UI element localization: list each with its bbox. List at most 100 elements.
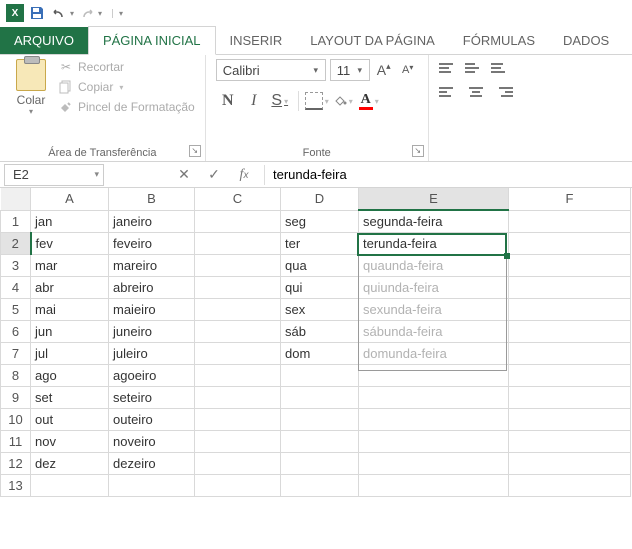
row-header[interactable]: 10: [1, 408, 31, 430]
paste-button[interactable]: Colar ▾: [10, 59, 52, 116]
cell[interactable]: [509, 232, 631, 254]
paste-dropdown-icon[interactable]: ▾: [29, 107, 33, 116]
cell[interactable]: [281, 452, 359, 474]
row-header[interactable]: 11: [1, 430, 31, 452]
cell[interactable]: juneiro: [109, 320, 195, 342]
cell[interactable]: abr: [31, 276, 109, 298]
increase-font-icon[interactable]: A▴: [374, 60, 394, 80]
row-header[interactable]: 2: [1, 232, 31, 254]
cut-button[interactable]: ✂ Recortar: [58, 59, 195, 75]
cell[interactable]: qua: [281, 254, 359, 276]
bold-button[interactable]: N: [216, 89, 240, 113]
cell[interactable]: set: [31, 386, 109, 408]
cell[interactable]: [195, 276, 281, 298]
cell[interactable]: outeiro: [109, 408, 195, 430]
formula-input[interactable]: [265, 164, 632, 186]
fill-handle[interactable]: [504, 253, 510, 259]
cell[interactable]: [281, 474, 359, 496]
font-launcher-icon[interactable]: ↘: [412, 145, 424, 157]
insert-function-button[interactable]: fx: [234, 167, 254, 183]
col-header-d[interactable]: D: [281, 188, 359, 210]
row-header[interactable]: 7: [1, 342, 31, 364]
redo-icon[interactable]: [78, 4, 96, 22]
copy-dropdown-icon[interactable]: ▾: [119, 83, 123, 92]
align-top-button[interactable]: [439, 59, 461, 77]
cell[interactable]: qui: [281, 276, 359, 298]
cell[interactable]: [195, 254, 281, 276]
cell[interactable]: quaunda-feira: [359, 254, 509, 276]
cell[interactable]: abreiro: [109, 276, 195, 298]
cell[interactable]: [281, 430, 359, 452]
cell[interactable]: sex: [281, 298, 359, 320]
cell[interactable]: jan: [31, 210, 109, 232]
clipboard-launcher-icon[interactable]: ↘: [189, 145, 201, 157]
underline-button[interactable]: S▾: [268, 89, 292, 113]
tab-data[interactable]: DADOS: [549, 27, 623, 54]
format-painter-button[interactable]: Pincel de Formatação: [58, 99, 195, 115]
cell[interactable]: [195, 342, 281, 364]
cell[interactable]: [195, 452, 281, 474]
cell[interactable]: domunda-feira: [359, 342, 509, 364]
font-size-combo[interactable]: 11 ▾: [330, 59, 370, 81]
col-header-a[interactable]: A: [31, 188, 109, 210]
cell[interactable]: [509, 276, 631, 298]
cell[interactable]: out: [31, 408, 109, 430]
cell[interactable]: jun: [31, 320, 109, 342]
cell[interactable]: [509, 386, 631, 408]
cell[interactable]: [359, 452, 509, 474]
cell[interactable]: ter: [281, 232, 359, 254]
cell[interactable]: [509, 254, 631, 276]
tab-home[interactable]: PÁGINA INICIAL: [88, 26, 216, 55]
cell[interactable]: mar: [31, 254, 109, 276]
cell[interactable]: [509, 430, 631, 452]
cell[interactable]: [509, 452, 631, 474]
row-header[interactable]: 13: [1, 474, 31, 496]
cell[interactable]: [195, 430, 281, 452]
cell[interactable]: [509, 408, 631, 430]
cell[interactable]: mareiro: [109, 254, 195, 276]
cell[interactable]: [509, 364, 631, 386]
borders-button[interactable]: ▾: [305, 89, 329, 113]
cell[interactable]: terunda-feira: [359, 232, 509, 254]
col-header-b[interactable]: B: [109, 188, 195, 210]
undo-icon[interactable]: [50, 4, 68, 22]
cell[interactable]: [509, 320, 631, 342]
cell[interactable]: [359, 408, 509, 430]
cell[interactable]: fev: [31, 232, 109, 254]
row-header[interactable]: 8: [1, 364, 31, 386]
cell[interactable]: [109, 474, 195, 496]
confirm-edit-button[interactable]: ✓: [204, 166, 224, 183]
cell[interactable]: [281, 386, 359, 408]
cell[interactable]: [195, 364, 281, 386]
undo-dropdown-icon[interactable]: ▾: [70, 9, 74, 18]
cell[interactable]: dez: [31, 452, 109, 474]
cell[interactable]: janeiro: [109, 210, 195, 232]
cell[interactable]: feveiro: [109, 232, 195, 254]
row-header[interactable]: 9: [1, 386, 31, 408]
row-header[interactable]: 1: [1, 210, 31, 232]
tab-insert[interactable]: INSERIR: [216, 27, 297, 54]
cell[interactable]: [195, 320, 281, 342]
spreadsheet-grid[interactable]: A B C D E F 1janjaneirosegsegunda-feira2…: [0, 188, 632, 497]
cell[interactable]: agoeiro: [109, 364, 195, 386]
cell[interactable]: mai: [31, 298, 109, 320]
qat-customize-icon[interactable]: ▾: [112, 9, 123, 18]
cell[interactable]: nov: [31, 430, 109, 452]
row-header[interactable]: 3: [1, 254, 31, 276]
cell[interactable]: noveiro: [109, 430, 195, 452]
row-header[interactable]: 12: [1, 452, 31, 474]
cell[interactable]: quiunda-feira: [359, 276, 509, 298]
cell[interactable]: maieiro: [109, 298, 195, 320]
align-left-button[interactable]: [439, 83, 461, 101]
save-icon[interactable]: [28, 4, 46, 22]
cancel-edit-button[interactable]: ✕: [174, 166, 194, 183]
cell[interactable]: sáb: [281, 320, 359, 342]
name-box[interactable]: E2 ▾: [4, 164, 104, 186]
cell[interactable]: [195, 474, 281, 496]
decrease-font-icon[interactable]: A▾: [398, 60, 418, 80]
cell[interactable]: segunda-feira: [359, 210, 509, 232]
col-header-c[interactable]: C: [195, 188, 281, 210]
cell[interactable]: [359, 364, 509, 386]
row-header[interactable]: 5: [1, 298, 31, 320]
cell[interactable]: dom: [281, 342, 359, 364]
